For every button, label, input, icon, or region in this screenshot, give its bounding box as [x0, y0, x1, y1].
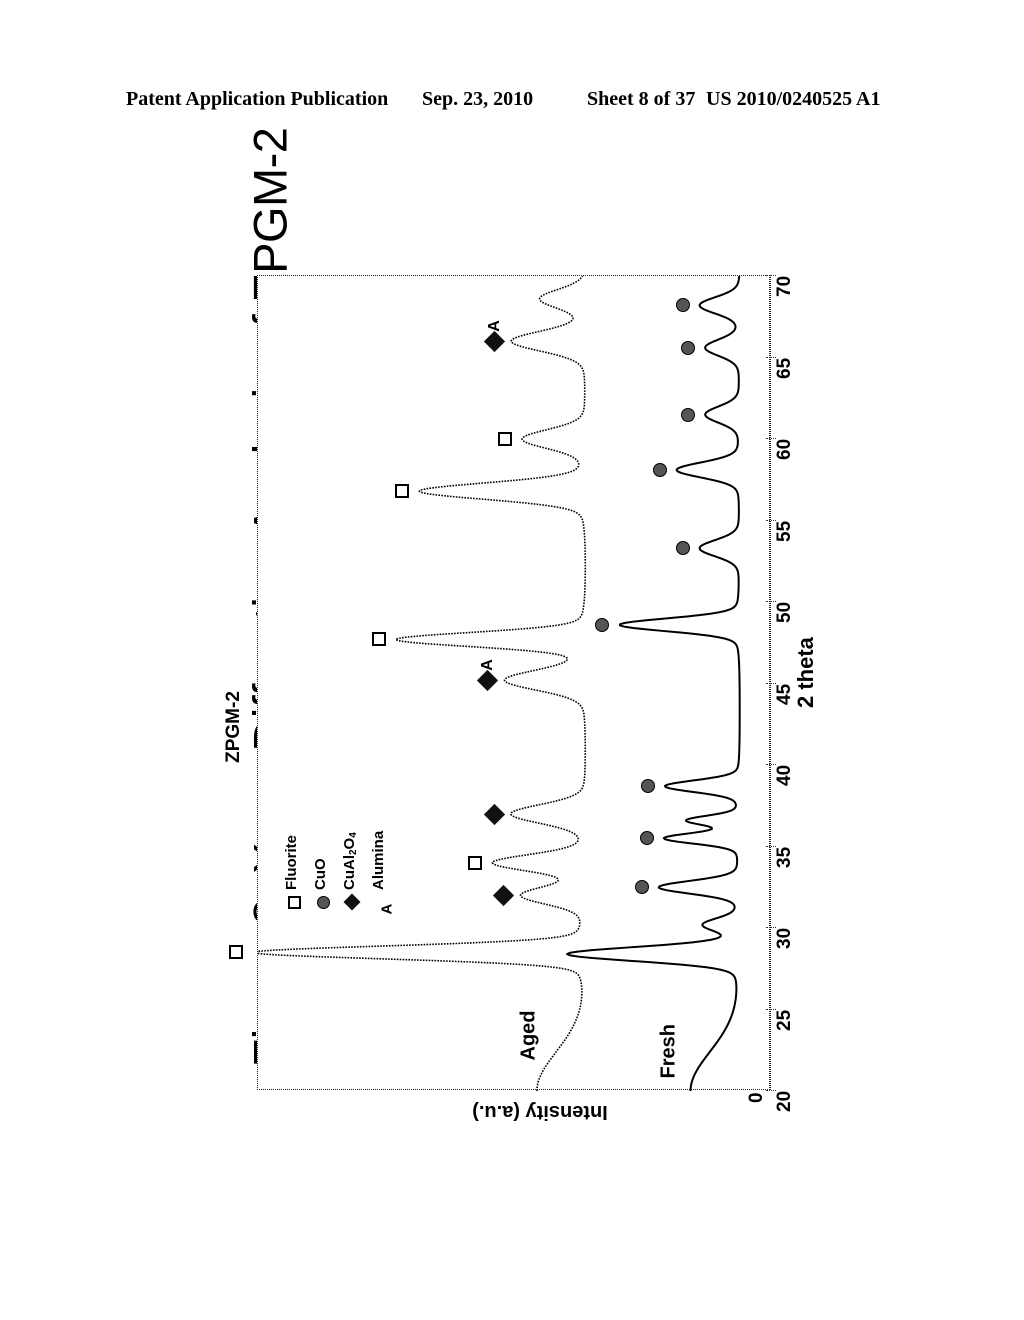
open-square-marker-icon: [395, 484, 410, 499]
peak-marker-cuo-32-5: [634, 880, 649, 895]
x-axis-tick-label: 70: [774, 275, 795, 297]
peak-marker-fluorite-34: [468, 855, 483, 870]
open-square-marker-icon: [468, 855, 483, 870]
filled-circle-marker-icon: [652, 462, 667, 477]
header-patent-number: US 2010/0240525 A1: [706, 88, 881, 110]
filled-diamond-marker-icon: [483, 803, 505, 825]
legend-label: Fluorite: [283, 835, 300, 890]
peak-marker-cual2o4-45-2: [477, 670, 499, 692]
y-origin-label: 0: [746, 1092, 767, 1103]
peak-marker-cuo-65-6: [681, 340, 696, 355]
x-axis: 20 25 30 35 40 45 50 55 60 65 70: [766, 275, 795, 1112]
peak-marker-cuo-58-1: [652, 462, 667, 477]
filled-diamond-marker-icon: [477, 670, 499, 692]
filled-circle-marker-icon: [640, 779, 655, 794]
legend-label: CuO: [312, 858, 329, 890]
filled-diamond-marker-icon: [484, 331, 506, 353]
y-axis-title: Intensity (a.u.): [472, 1101, 608, 1123]
x-axis-tick-label: 60: [774, 438, 795, 460]
filled-circle-marker-icon: [681, 340, 696, 355]
peak-marker-cuo-61-5: [681, 407, 696, 422]
open-square-marker-icon: [371, 632, 386, 647]
alumina-letter-label: A: [485, 320, 503, 332]
open-square-marker-icon: [228, 945, 243, 960]
plot-area: A A Aged Fresh: [228, 275, 770, 1091]
filled-diamond-marker-icon: [493, 885, 515, 907]
filled-circle-marker-icon: [634, 880, 649, 895]
peak-marker-fluorite-56-8: [395, 484, 410, 499]
filled-circle-marker-icon: [681, 407, 696, 422]
peak-marker-cuo-35-5: [639, 831, 654, 846]
x-axis-tick-label: 35: [774, 846, 795, 868]
x-axis-tick-label: 20: [774, 1090, 795, 1112]
legend-label: CuAl2O4: [341, 832, 359, 890]
legend-swatch: A: [375, 896, 399, 920]
chart-subtitle: ZPGM-2: [223, 691, 244, 763]
peak-marker-cual2o4-37: [483, 803, 505, 825]
legend-entry-fluorite: Fluorite: [283, 795, 314, 920]
curve-label-aged: Aged: [517, 1010, 540, 1061]
header-sheet: Sheet 8 of 37: [587, 88, 696, 110]
letter-a-marker-icon: A: [378, 903, 396, 915]
peak-marker-cuo-48-6: [595, 617, 610, 632]
peak-marker-fluorite-47-7: [371, 632, 386, 647]
peak-marker-fluorite-60: [498, 432, 513, 446]
alumina-letter-label: A: [479, 659, 497, 672]
filled-diamond-marker-icon: [343, 893, 361, 911]
legend-entry-cuo: CuO: [312, 795, 343, 920]
curve-aged: [258, 276, 587, 1091]
legend-swatch: [317, 896, 341, 920]
peak-marker-fluorite-28-5: [228, 945, 243, 960]
x-axis-tick-label: 30: [774, 927, 795, 949]
xrd-diffraction-curves: [258, 276, 741, 1091]
legend-swatch: [343, 893, 370, 920]
peak-marker-cual2o4-66: [484, 331, 506, 353]
chart-legend: Fluorite CuO CuAl2O4 A Alumina: [283, 795, 408, 920]
legend-label: Alumina: [370, 830, 387, 890]
x-axis-tick-label: 65: [774, 357, 795, 379]
figure-stage: Figure 8. X-ray Diffraction Analysis of …: [0, 128, 1024, 1160]
legend-swatch: [288, 896, 312, 920]
x-axis-tick-label: 55: [774, 520, 795, 542]
legend-entry-cual2o4: CuAl2O4: [341, 795, 372, 920]
peak-marker-cuo-68-2: [675, 298, 690, 313]
peak-marker-cuo-53-3: [675, 541, 690, 556]
x-axis-tick-label: 40: [774, 764, 795, 786]
header-date: Sep. 23, 2010: [422, 88, 534, 110]
header-publication: Patent Application Publication: [126, 88, 389, 110]
filled-circle-marker-icon: [675, 298, 690, 313]
curve-label-fresh: Fresh: [657, 1023, 680, 1079]
curve-fresh: [566, 276, 741, 1091]
filled-circle-marker-icon: [639, 831, 654, 846]
x-axis-tick-label: 25: [774, 1009, 795, 1031]
legend-entry-alumina: A Alumina: [370, 795, 401, 920]
x-axis-tick-label: 50: [774, 601, 795, 623]
peak-marker-cual2o4-32: [493, 885, 515, 907]
peak-marker-cuo-38-7: [640, 779, 655, 794]
x-axis-title: 2 theta: [793, 637, 818, 708]
filled-circle-marker-icon: [595, 617, 610, 632]
filled-circle-marker-icon: [675, 541, 690, 556]
open-square-marker-icon: [498, 432, 513, 446]
filled-circle-marker-icon: [317, 896, 330, 909]
patent-header: Patent Application Publication Sep. 23, …: [0, 88, 1024, 116]
open-square-marker-icon: [288, 896, 301, 909]
